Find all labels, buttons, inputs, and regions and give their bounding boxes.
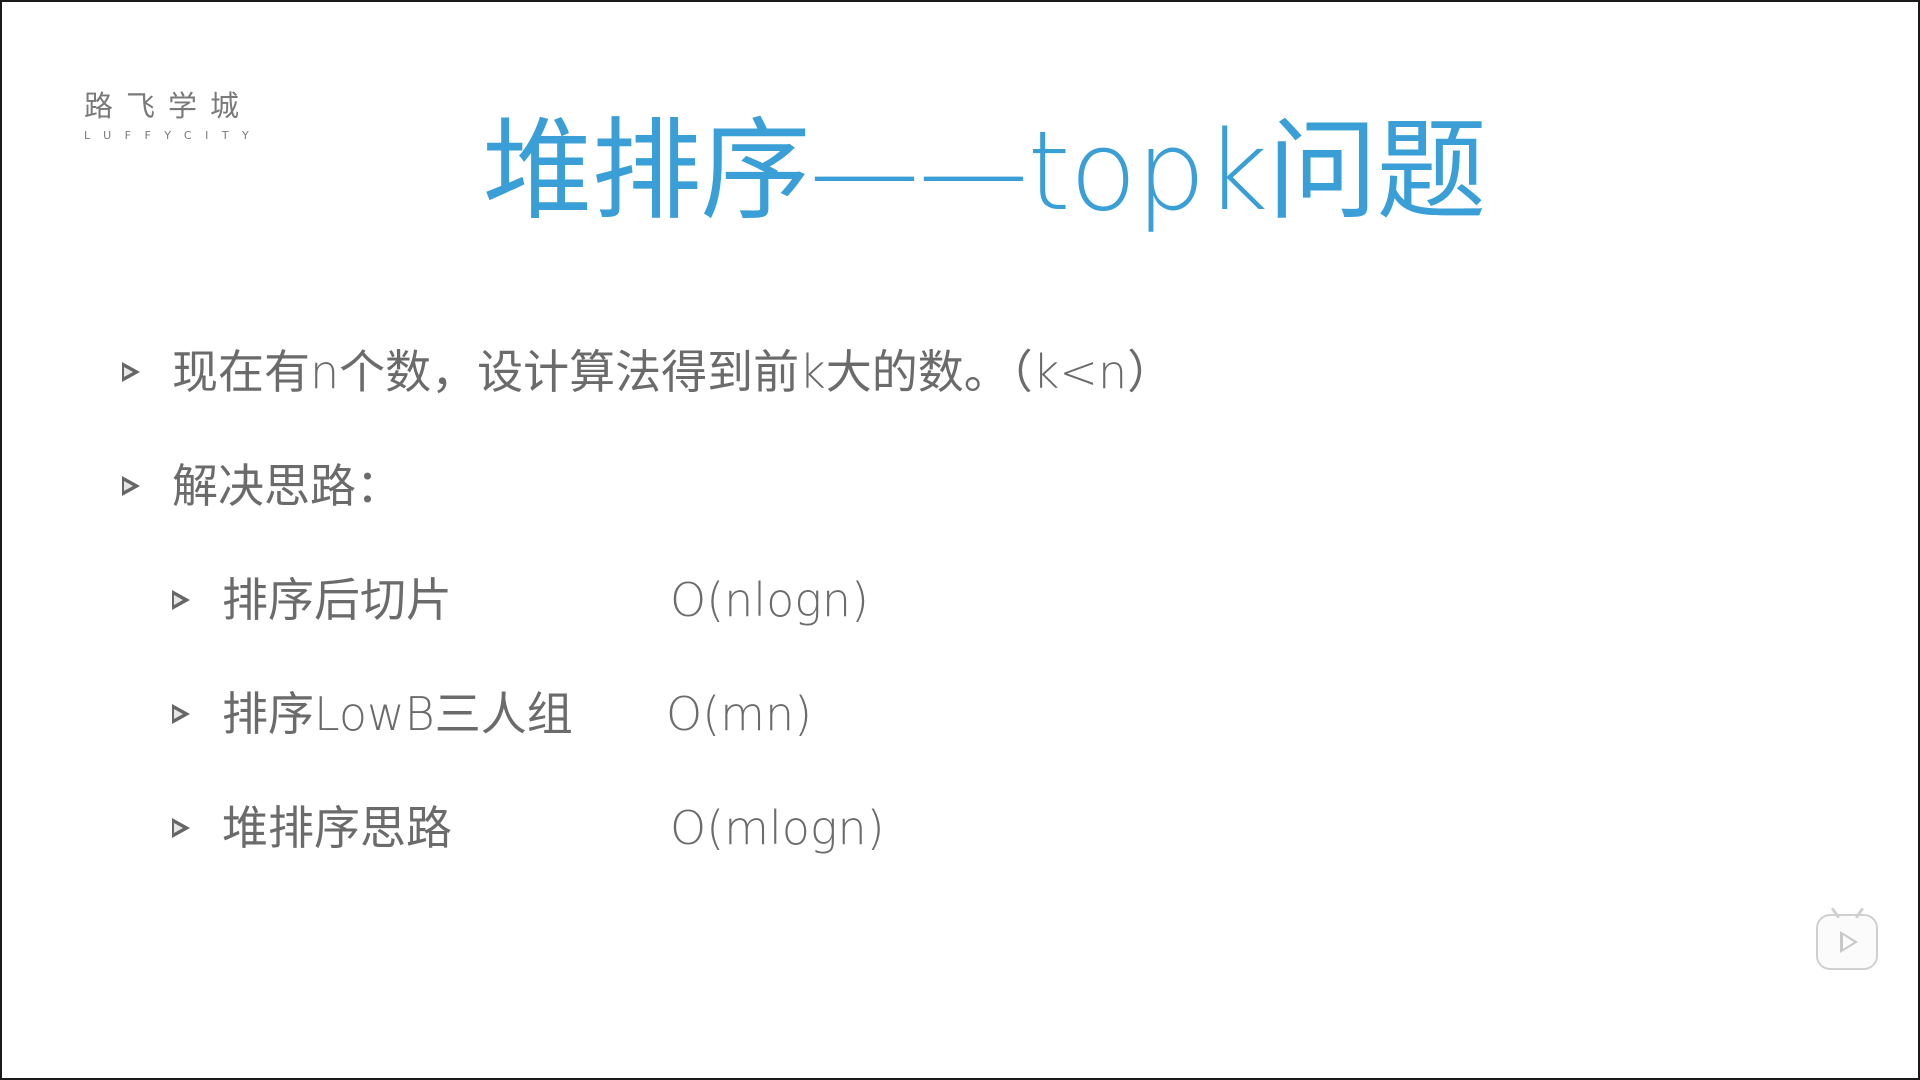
bullet-triangle-icon xyxy=(122,476,140,496)
bullet-problem: 现在有n个数，设计算法得到前k大的数。（k<n） xyxy=(122,344,1173,400)
tv-antenna-right xyxy=(1854,907,1865,919)
tv-antenna-left xyxy=(1830,907,1841,919)
complexity-lowb-sort: O(mn) xyxy=(666,687,813,741)
bullet-approach: 解决思路： xyxy=(122,458,402,514)
sub-bullet-text: 排序后切片 xyxy=(222,573,452,627)
sub-bullet-text: 排序LowB三人组 xyxy=(222,687,573,741)
slide-frame: 路飞学城 LUFFYCITY 堆排序——topk问题 现在有n个数，设计算法得到… xyxy=(0,0,1920,1080)
bullet-triangle-icon xyxy=(172,818,190,838)
slide-title-wrap: 堆排序——topk问题 xyxy=(2,106,1920,236)
bullet-triangle-icon xyxy=(122,362,140,382)
bullet-text: 解决思路： xyxy=(172,459,402,513)
complexity-sort-slice: O(nlogn) xyxy=(670,573,869,627)
sub-bullet-text: 堆排序思路 xyxy=(222,801,452,855)
bullet-triangle-icon xyxy=(172,704,190,724)
sub-bullet-lowb-sort: 排序LowB三人组 xyxy=(172,686,573,742)
play-icon xyxy=(1840,931,1858,953)
sub-bullet-heap-sort: 堆排序思路 xyxy=(172,800,452,856)
sub-bullet-sort-slice: 排序后切片 xyxy=(172,572,452,628)
complexity-heap-sort: O(mlogn) xyxy=(670,801,885,855)
bullet-triangle-icon xyxy=(172,590,190,610)
slide-title: 堆排序——topk问题 xyxy=(482,107,1487,235)
bullet-text: 现在有n个数，设计算法得到前k大的数。（k<n） xyxy=(172,345,1174,399)
play-button[interactable] xyxy=(1816,907,1878,970)
